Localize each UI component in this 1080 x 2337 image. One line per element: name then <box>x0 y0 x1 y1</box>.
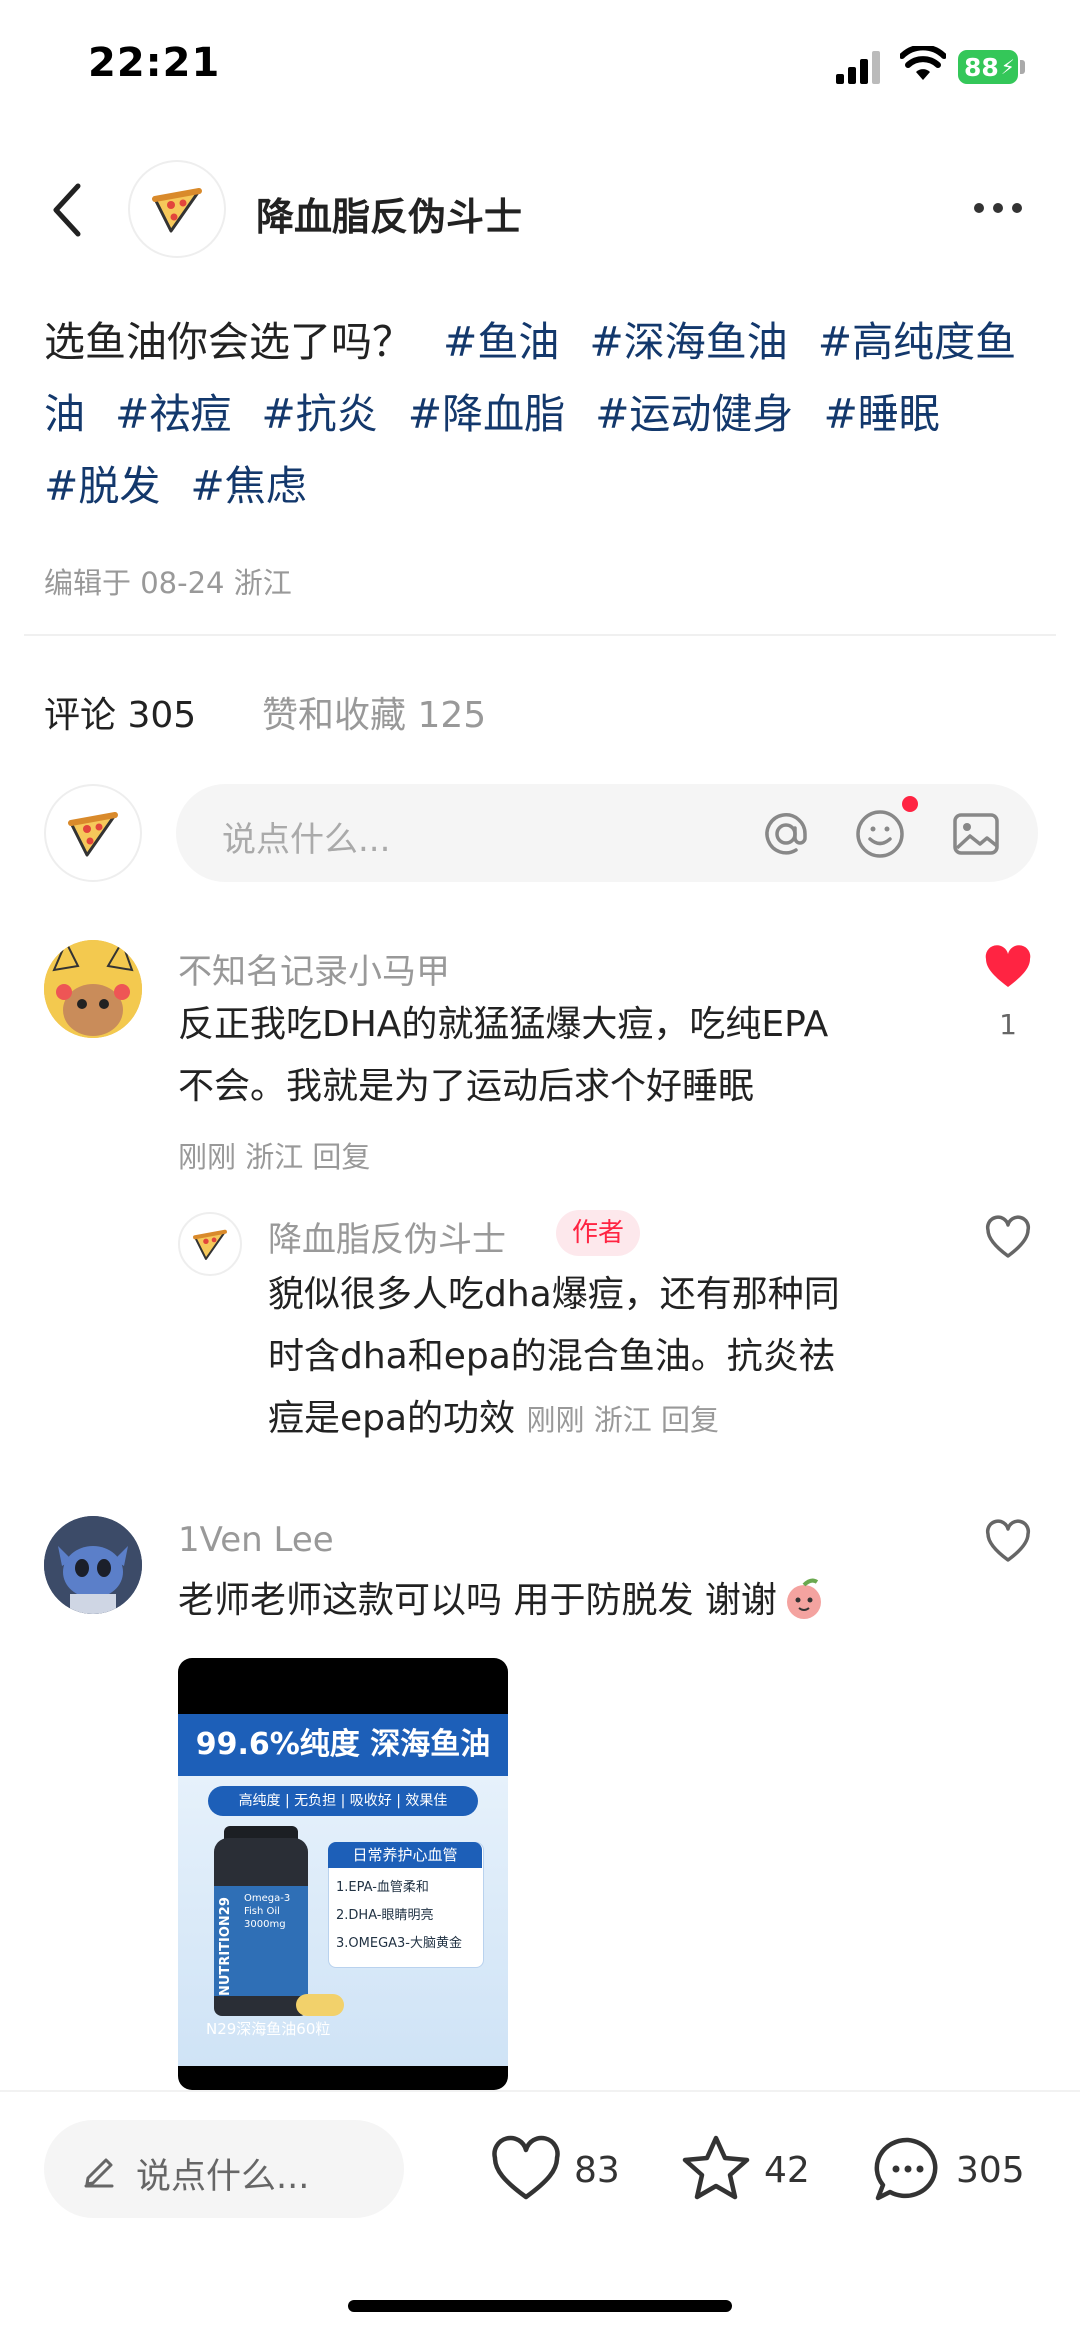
reply-author-avatar[interactable] <box>178 1212 242 1276</box>
bottom-input-placeholder: 说点什么... <box>136 2157 310 2197</box>
more-options-icon[interactable] <box>968 196 1028 220</box>
reply-text-tail: 痘是epa的功效 <box>268 1398 516 1439</box>
my-avatar <box>44 784 142 882</box>
peach-emoji-icon <box>786 1578 821 1619</box>
comment-bubble-icon[interactable] <box>872 2134 944 2206</box>
hashtag[interactable]: #降血脂 <box>408 390 565 438</box>
battery-level: 88 <box>964 52 999 82</box>
reply-text: 貌似很多人吃dha爆痘，还有那种同 时含dha和epa的混合鱼油。抗炎祛 痘是e… <box>268 1264 948 1451</box>
product-feature-chips: 高纯度 | 无负担 | 吸收好 | 效果佳 <box>208 1786 478 1816</box>
commenter-name[interactable]: 1Ven Lee <box>178 1520 334 1560</box>
comment-text-content: 老师老师这款可以吗 用于防脱发 谢谢 <box>178 1580 777 1621</box>
product-banner: 99.6%纯度 深海鱼油 <box>178 1714 508 1776</box>
reply-text-line: 痘是epa的功效 刚刚 浙江 回复 <box>268 1388 948 1451</box>
hashtag[interactable]: #焦虑 <box>190 462 306 510</box>
home-indicator <box>348 2300 732 2312</box>
product-caption: N29深海鱼油60粒 <box>206 2020 331 2038</box>
emoji-icon[interactable] <box>854 808 906 860</box>
heart-outline-icon[interactable] <box>984 1518 1032 1566</box>
commenter-avatar[interactable] <box>44 1516 142 1614</box>
author-badge: 作者 <box>556 1210 641 1256</box>
hashtag[interactable]: #鱼油 <box>443 318 559 366</box>
pikachu-hat-avatar-image <box>44 940 142 1038</box>
image-icon[interactable] <box>950 808 1002 860</box>
heart-filled-icon[interactable] <box>984 944 1032 992</box>
benefits-title: 日常养护心血管 <box>328 1842 482 1868</box>
benefit-line: 3.OMEGA3-大脑黄金 <box>336 1936 462 1951</box>
benefit-line: 2.DHA-眼睛明亮 <box>336 1908 434 1923</box>
stitch-avatar-image <box>44 1516 142 1614</box>
cellular-signal-icon <box>836 50 880 84</box>
battery-indicator: 88 ⚡ <box>958 50 1018 84</box>
favorite-star-icon[interactable] <box>680 2132 752 2204</box>
wifi-icon <box>900 46 946 80</box>
like-heart-icon[interactable] <box>490 2134 562 2206</box>
comment-text-line: 不会。我就是为了运动后求个好睡眠 <box>178 1066 755 1107</box>
post-body: 选鱼油你会选了吗？ #鱼油 #深海鱼油 #高纯度鱼油 #祛痘 #抗炎 #降血脂 #运动健身 #睡… <box>44 306 1044 522</box>
commenter-name[interactable]: 不知名记录小马甲 <box>178 944 450 993</box>
tab-likes-favorites[interactable]: 赞和收藏 125 <box>262 686 486 738</box>
notification-dot <box>902 796 918 812</box>
commenter-avatar[interactable] <box>44 940 142 1038</box>
bottle-subtitle: Omega-3 Fish Oil 3000mg <box>244 1893 291 1930</box>
comment-input-placeholder: 说点什么... <box>222 820 391 860</box>
comment-text: 老师老师这款可以吗 用于防脱发 谢谢 <box>178 1570 938 1632</box>
hashtag[interactable]: #祛痘 <box>115 390 231 438</box>
battery-cap <box>1020 60 1025 74</box>
hashtag[interactable]: #深海鱼油 <box>589 318 787 366</box>
hashtag[interactable]: #睡眠 <box>823 390 939 438</box>
comment-attached-image[interactable]: 99.6%纯度 深海鱼油 高纯度 | 无负担 | 吸收好 | 效果佳 NUTRI… <box>178 1658 508 2090</box>
softgel-capsules <box>296 1994 344 2016</box>
comment-text: 反正我吃DHA的就猛猛爆大痘，吃纯EPA 不会。我就是为了运动后求个好睡眠 <box>178 994 938 1118</box>
author-avatar[interactable] <box>128 160 226 258</box>
favorite-count: 42 <box>764 2150 810 2191</box>
reply-author-name[interactable]: 降血脂反伪斗士 <box>268 1212 506 1261</box>
pizza-icon <box>68 812 118 857</box>
at-mention-icon[interactable] <box>760 808 812 860</box>
hashtag[interactable]: #运动健身 <box>595 390 793 438</box>
like-count: 83 <box>574 2150 620 2191</box>
hashtag[interactable]: #抗炎 <box>261 390 377 438</box>
pizza-icon <box>152 188 202 233</box>
heart-outline-icon[interactable] <box>984 1214 1032 1262</box>
pizza-icon <box>193 1229 227 1260</box>
reply-meta[interactable]: 刚刚 浙江 回复 <box>527 1403 719 1437</box>
status-time: 22:21 <box>88 40 221 86</box>
comment-like-count: 1 <box>999 1008 1017 1041</box>
bottom-divider <box>0 2090 1080 2092</box>
tab-comments[interactable]: 评论 305 <box>44 686 196 738</box>
pencil-icon <box>84 2158 114 2188</box>
hashtag[interactable]: #脱发 <box>44 462 160 510</box>
reply-text-line: 时含dha和epa的混合鱼油。抗炎祛 <box>268 1336 835 1377</box>
bottle-brand: NUTRITION29 <box>218 1897 233 1996</box>
back-arrow-icon[interactable] <box>48 180 88 240</box>
divider <box>24 634 1056 636</box>
comment-text-line: 反正我吃DHA的就猛猛爆大痘，吃纯EPA <box>178 1004 829 1045</box>
author-name[interactable]: 降血脂反伪斗士 <box>256 186 522 241</box>
comment-meta[interactable]: 刚刚 浙江 回复 <box>178 1134 370 1176</box>
post-question: 选鱼油你会选了吗？ <box>44 318 413 366</box>
comment-count: 305 <box>956 2150 1025 2191</box>
benefit-line: 1.EPA-血管柔和 <box>336 1880 429 1895</box>
post-meta: 编辑于 08-24 浙江 <box>44 566 292 600</box>
reply-text-line: 貌似很多人吃dha爆痘，还有那种同 <box>268 1274 840 1315</box>
